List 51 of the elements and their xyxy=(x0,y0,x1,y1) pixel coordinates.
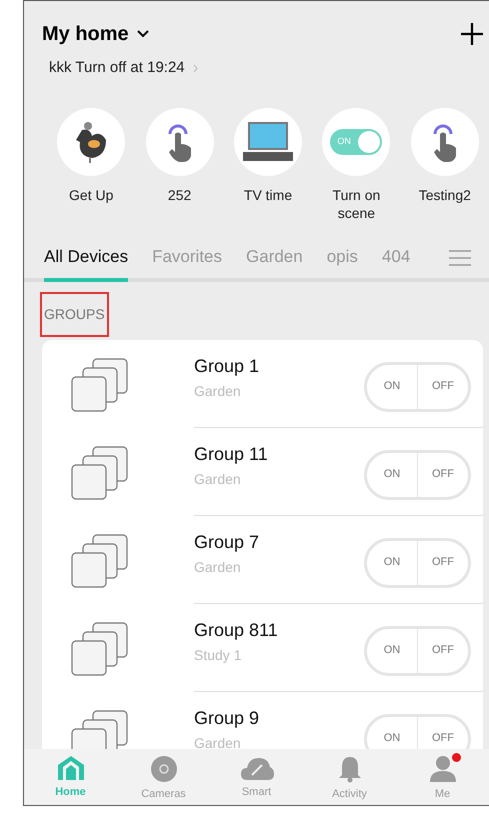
tv-icon xyxy=(242,122,294,162)
toggle-thumb xyxy=(358,130,380,152)
group-room: Garden xyxy=(194,470,242,488)
switch-option[interactable]: ON xyxy=(367,364,418,408)
nav-tab[interactable]: Cameras xyxy=(117,755,210,805)
add-icon[interactable] xyxy=(461,23,483,45)
bell-icon xyxy=(336,755,362,783)
home-title[interactable]: My home xyxy=(42,19,129,49)
schedule-text[interactable]: kkk Turn off at 19:24 xyxy=(49,57,185,80)
scene-label: TV time xyxy=(242,186,294,204)
nav-tab[interactable]: Activity xyxy=(303,755,396,805)
hen-icon xyxy=(74,120,108,164)
category-tab[interactable]: Favorites xyxy=(152,244,222,282)
cloud-wand-icon xyxy=(240,755,274,781)
switch-option[interactable]: ON xyxy=(367,628,418,672)
camera-lens-icon xyxy=(150,755,178,783)
scene-label: Testing2 xyxy=(418,186,472,204)
toggle-text: ON xyxy=(336,134,352,148)
group-room: Garden xyxy=(194,382,242,400)
nav-tab[interactable]: Me xyxy=(396,755,489,805)
stacked-squares-icon xyxy=(71,358,129,412)
category-tab[interactable]: All Devices xyxy=(44,244,128,282)
switch-option[interactable]: ON xyxy=(367,452,418,496)
stacked-squares-icon xyxy=(71,534,129,588)
group-name[interactable]: Group 11 xyxy=(194,440,364,468)
nav-tab[interactable]: Smart xyxy=(210,755,303,805)
switch-option[interactable]: OFF xyxy=(418,716,468,749)
group-room: Garden xyxy=(194,558,242,576)
group-room: Garden xyxy=(194,734,242,749)
scene-label: Get Up xyxy=(68,186,114,204)
group-name[interactable]: Group 7 xyxy=(194,528,364,556)
stacked-squares-icon xyxy=(71,622,129,676)
switch-option[interactable]: OFF xyxy=(418,452,468,496)
category-tab[interactable]: opis xyxy=(326,244,358,282)
scene-label: Turn on scene xyxy=(332,186,382,222)
group-name[interactable]: Group 811 xyxy=(194,616,364,644)
group-name[interactable]: Group 1 xyxy=(194,352,364,380)
switch-option[interactable]: ON xyxy=(367,540,418,584)
groups-heading: GROUPS xyxy=(40,292,109,337)
stacked-squares-icon xyxy=(71,446,129,500)
group-name[interactable]: Group 9 xyxy=(194,704,364,732)
category-tab[interactable]: 404 xyxy=(382,244,410,282)
switch-option[interactable]: OFF xyxy=(418,540,468,584)
switch-option[interactable]: OFF xyxy=(418,628,468,672)
house-icon xyxy=(56,755,84,781)
chevron-down-icon[interactable] xyxy=(136,30,149,38)
category-tab[interactable]: Garden xyxy=(246,244,303,282)
group-room: Study 1 xyxy=(194,646,242,665)
switch-option[interactable]: OFF xyxy=(418,364,468,408)
scene-label: 252 xyxy=(166,186,192,204)
person-icon xyxy=(428,755,456,783)
